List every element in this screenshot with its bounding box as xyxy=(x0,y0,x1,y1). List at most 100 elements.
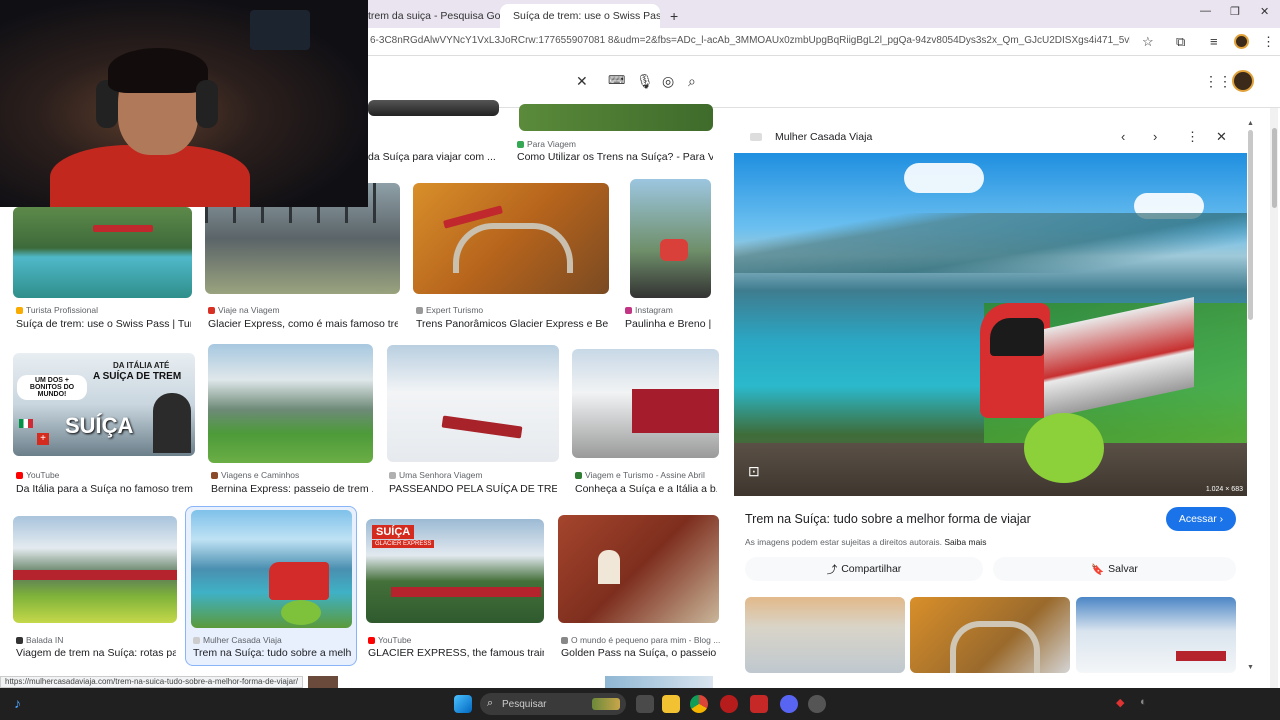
thumb-text: SUÍÇA xyxy=(372,525,415,539)
copilot-icon[interactable]: ♪ xyxy=(14,695,21,711)
close-preview-icon[interactable]: ✕ xyxy=(1216,129,1227,145)
result-caption[interactable]: Trens Panorâmicos Glacier Express e Ber.… xyxy=(416,318,608,330)
app-icon[interactable] xyxy=(720,695,738,713)
clear-icon[interactable]: ✕ xyxy=(576,73,588,90)
result-caption[interactable]: Como Utilizar os Trens na Suíça? - Para … xyxy=(517,151,713,163)
preview-title[interactable]: Trem na Suíça: tudo sobre a melhor forma… xyxy=(745,512,1031,526)
result-image[interactable]: DA ITÁLIA ATÉ A SUÍÇA DE TREM UM DOS + B… xyxy=(13,353,195,456)
related-image[interactable] xyxy=(1076,597,1236,673)
scroll-down-icon[interactable]: ▼ xyxy=(1247,664,1254,671)
tab-search[interactable]: trem da suiça - Pesquisa Goog ✕ xyxy=(360,4,500,28)
result-caption[interactable]: Viagem de trem na Suíça: rotas pa... xyxy=(16,647,176,659)
related-image[interactable] xyxy=(745,597,905,673)
learn-more-link[interactable]: Saiba mais xyxy=(944,537,986,547)
tab-swiss-pass[interactable]: Suíça de trem: use o Swiss Pass ✕ xyxy=(500,4,660,28)
result-source: YouTube xyxy=(16,470,59,480)
account-avatar[interactable] xyxy=(1232,70,1254,92)
status-url: https://mulhercasadaviaja.com/trem-na-su… xyxy=(0,676,303,688)
next-icon[interactable]: › xyxy=(1153,129,1157,144)
result-source: Viaje na Viagem xyxy=(208,305,280,315)
preview-source[interactable]: Mulher Casada Viaja xyxy=(750,131,872,143)
result-caption[interactable]: da Suíça para viajar com ... xyxy=(368,151,498,163)
star-icon[interactable]: ☆ xyxy=(1142,34,1154,50)
app-icon[interactable] xyxy=(750,695,768,713)
copyright-note: As imagens podem estar sujeitas a direit… xyxy=(745,537,987,547)
result-image[interactable] xyxy=(605,676,713,688)
search-icon[interactable]: ⌕ xyxy=(688,73,696,90)
result-source: Viagens e Caminhos xyxy=(211,470,299,480)
result-source: YouTube xyxy=(368,635,411,645)
start-icon[interactable] xyxy=(454,695,472,713)
search-highlight-icon xyxy=(592,698,620,710)
lens-icon[interactable]: ◎ xyxy=(662,73,674,90)
result-image[interactable] xyxy=(630,179,711,298)
keyboard-icon[interactable]: ⌨ xyxy=(608,73,625,87)
menu-icon[interactable]: ⋮ xyxy=(1262,34,1275,50)
result-caption[interactable]: Suíça de trem: use o Swiss Pass | Tur... xyxy=(16,318,191,330)
thumb-text: SUÍÇA xyxy=(65,413,134,438)
share-button[interactable]: ⤴ Compartilhar xyxy=(745,557,983,581)
thumb-text: DA ITÁLIA ATÉ xyxy=(113,361,170,370)
result-caption[interactable]: Conheça a Suíça e a Itália a b... xyxy=(575,483,717,495)
mic-icon[interactable]: 🎙 xyxy=(636,73,654,90)
result-caption[interactable]: Bernina Express: passeio de trem ... xyxy=(211,483,373,495)
profile-avatar[interactable] xyxy=(1234,34,1249,49)
result-image[interactable] xyxy=(413,183,609,294)
result-caption[interactable]: Golden Pass na Suíça, o passeio ... xyxy=(561,647,719,659)
prev-icon[interactable]: ‹ xyxy=(1121,129,1125,144)
scrollbar-thumb[interactable] xyxy=(1272,128,1277,208)
minimize-icon[interactable]: — xyxy=(1200,5,1211,17)
tray-icon[interactable]: ◐ xyxy=(1140,696,1147,708)
result-image[interactable] xyxy=(519,104,713,131)
related-image[interactable] xyxy=(910,597,1070,673)
app-icon[interactable] xyxy=(808,695,826,713)
result-image[interactable] xyxy=(572,349,719,458)
visit-button[interactable]: Acessar › xyxy=(1166,507,1236,531)
result-source: Para Viagem xyxy=(517,139,576,149)
result-image[interactable] xyxy=(191,510,352,628)
media-icon[interactable]: ≡ xyxy=(1210,34,1218,49)
result-image[interactable] xyxy=(13,516,177,623)
restore-icon[interactable]: ❐ xyxy=(1230,5,1240,18)
result-caption[interactable]: Glacier Express, como é mais famoso tre.… xyxy=(208,318,398,330)
window-close-icon[interactable]: ✕ xyxy=(1260,5,1269,18)
result-image[interactable] xyxy=(558,515,719,623)
url-field[interactable]: 6-3C8nRGdAlwVYNcY1VxL3JoRCrw:17765590708… xyxy=(370,35,1130,46)
preview-image[interactable]: ⊡ 1.024 × 683 xyxy=(734,153,1247,496)
result-caption[interactable]: GLACIER EXPRESS, the famous train... xyxy=(368,647,544,659)
apps-icon[interactable]: ⋮⋮ xyxy=(1204,73,1232,90)
image-dimensions: 1.024 × 683 xyxy=(1205,486,1243,493)
result-source: Mulher Casada Viaja xyxy=(193,635,282,645)
bookmark-icon: 🔖 xyxy=(1091,563,1105,576)
result-image[interactable] xyxy=(208,344,373,463)
chrome-icon[interactable] xyxy=(690,695,708,713)
result-source: Balada IN xyxy=(16,635,63,645)
result-source: Turista Profissional xyxy=(16,305,98,315)
result-caption[interactable]: Da Itália para a Suíça no famoso trem ..… xyxy=(16,483,194,495)
tab-label: Suíça de trem: use o Swiss Pass xyxy=(513,10,660,22)
save-button[interactable]: 🔖 Salvar xyxy=(993,557,1236,581)
result-caption[interactable]: PASSEANDO PELA SUÍÇA DE TRE... xyxy=(389,483,557,495)
scroll-up-icon[interactable]: ▲ xyxy=(1247,120,1254,127)
result-image[interactable] xyxy=(368,100,499,116)
result-image[interactable] xyxy=(13,207,192,298)
result-caption[interactable]: Trem na Suíça: tudo sobre a melh... xyxy=(193,647,351,659)
taskbar-search[interactable]: ⌕ Pesquisar xyxy=(480,693,626,715)
result-image[interactable] xyxy=(308,676,338,688)
lens-icon[interactable]: ⊡ xyxy=(748,463,760,480)
source-favicon xyxy=(16,306,23,314)
discord-icon[interactable] xyxy=(780,695,798,713)
result-image[interactable]: SUÍÇA GLACIER EXPRESS xyxy=(366,519,544,623)
new-tab-button[interactable]: + xyxy=(662,4,686,28)
tray-icon[interactable]: ◆ xyxy=(1116,696,1124,709)
more-icon[interactable]: ⋮ xyxy=(1186,129,1199,145)
file-explorer-icon[interactable] xyxy=(662,695,680,713)
result-caption[interactable]: Paulinha e Breno | xyxy=(625,318,713,330)
result-source: Viagem e Turismo - Assine Abril xyxy=(575,470,705,480)
panel-scrollbar[interactable] xyxy=(1248,130,1253,320)
extensions-icon[interactable]: ⧉ xyxy=(1176,34,1185,50)
thumb-text: UM DOS + BONITOS DO MUNDO! xyxy=(17,375,87,400)
task-view-icon[interactable] xyxy=(636,695,654,713)
taskbar: ♪ ⌕ Pesquisar ◆ ◐ xyxy=(0,688,1280,720)
result-image[interactable] xyxy=(387,345,559,462)
